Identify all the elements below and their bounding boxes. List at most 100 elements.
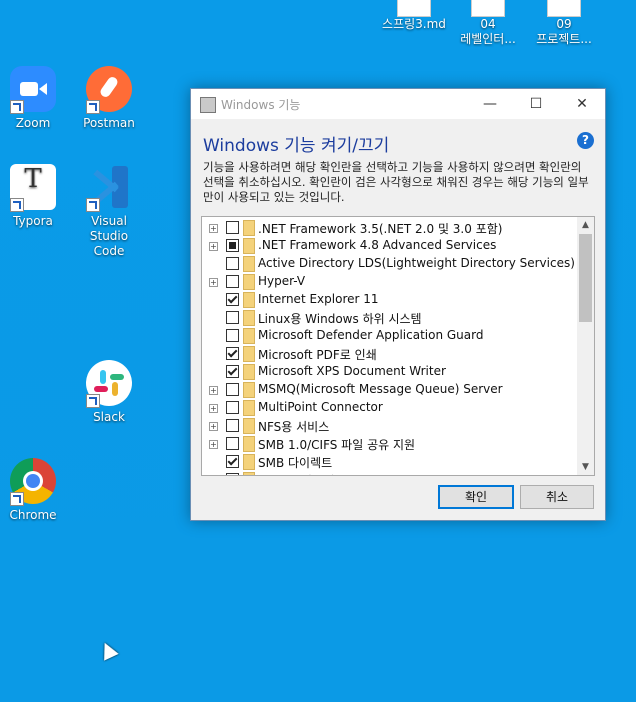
features-scrollbar[interactable]: ▲ ▼	[577, 217, 594, 475]
expand-plus-icon[interactable]: +	[209, 278, 218, 287]
folder-icon	[243, 400, 255, 416]
desktop-file-label: 스프링3.md	[382, 17, 446, 31]
feature-checkbox[interactable]	[226, 419, 239, 432]
feature-checkbox[interactable]	[226, 311, 239, 324]
scroll-down-icon[interactable]: ▼	[577, 459, 594, 475]
feature-label: Active Directory LDS(Lightweight Directo…	[258, 256, 575, 270]
feature-checkbox[interactable]	[226, 365, 239, 378]
feature-checkbox[interactable]	[226, 401, 239, 414]
desktop-folder-04[interactable]: 04 레벨인터...	[448, 0, 528, 47]
feature-checkbox[interactable]	[226, 347, 239, 360]
folder-icon	[243, 436, 255, 452]
close-button[interactable]: ✕	[559, 89, 605, 119]
feature-row[interactable]: TFTP 클라이언트	[202, 471, 576, 475]
cancel-button[interactable]: 취소	[520, 485, 594, 509]
scroll-up-icon[interactable]: ▲	[577, 217, 594, 233]
folder-icon	[243, 256, 255, 272]
folder-icon	[243, 310, 255, 326]
feature-checkbox[interactable]	[226, 293, 239, 306]
folder-icon	[243, 454, 255, 470]
desktop-icon-zoom[interactable]: Zoom	[0, 66, 71, 131]
mouse-cursor-icon	[97, 639, 119, 661]
folder-icon	[547, 0, 581, 17]
desktop-icon-label: Slack	[93, 410, 125, 424]
title-bar[interactable]: Windows 기능 — ☐ ✕	[191, 89, 605, 119]
feature-label: .NET Framework 3.5(.NET 2.0 및 3.0 포함)	[258, 222, 503, 236]
feature-checkbox[interactable]	[226, 437, 239, 450]
feature-label: Microsoft XPS Document Writer	[258, 364, 446, 378]
desktop-icon-label: Chrome	[9, 508, 57, 522]
feature-checkbox[interactable]	[226, 383, 239, 396]
feature-row[interactable]: Microsoft XPS Document Writer	[202, 363, 576, 381]
feature-label: NFS용 서비스	[258, 420, 330, 434]
expand-plus-icon[interactable]: +	[209, 386, 218, 395]
expand-plus-icon[interactable]: +	[209, 440, 218, 449]
feature-checkbox[interactable]	[226, 455, 239, 468]
slack-icon	[86, 360, 132, 408]
feature-label: SMB 1.0/CIFS 파일 공유 지원	[258, 438, 416, 452]
vscode-icon	[86, 164, 132, 212]
markdown-file-icon	[397, 0, 431, 17]
desktop-icon-label: Postman	[83, 116, 135, 130]
feature-row[interactable]: + MSMQ(Microsoft Message Queue) Server	[202, 381, 576, 399]
desktop-icon-slack[interactable]: Slack	[71, 360, 147, 425]
feature-checkbox[interactable]	[226, 329, 239, 342]
help-icon[interactable]: ?	[577, 132, 594, 149]
expand-plus-icon[interactable]: +	[209, 422, 218, 431]
feature-row[interactable]: + MultiPoint Connector	[202, 399, 576, 417]
feature-label: MultiPoint Connector	[258, 400, 383, 414]
desktop-icon-postman[interactable]: Postman	[71, 66, 147, 131]
feature-row[interactable]: Microsoft PDF로 인쇄	[202, 345, 576, 363]
desktop-folder-09[interactable]: 09 프로젝트...	[524, 0, 604, 47]
folder-icon	[243, 346, 255, 362]
feature-row[interactable]: Microsoft Defender Application Guard	[202, 327, 576, 345]
expand-plus-icon[interactable]: +	[209, 242, 218, 251]
windows-features-dialog: Windows 기능 — ☐ ✕ Windows 기능 켜기/끄기 ? 기능을 …	[190, 88, 606, 521]
feature-label: Microsoft Defender Application Guard	[258, 328, 484, 342]
dialog-description: 기능을 사용하려면 해당 확인란을 선택하고 기능을 사용하지 않으려면 확인란…	[203, 160, 589, 204]
feature-row[interactable]: Linux용 Windows 하위 시스템	[202, 309, 576, 327]
maximize-button[interactable]: ☐	[513, 89, 559, 119]
folder-icon	[471, 0, 505, 17]
desktop-icon-label: Visual Studio Code	[89, 214, 129, 258]
feature-row[interactable]: + Hyper-V	[202, 273, 576, 291]
desktop-file-spring3[interactable]: 스프링3.md	[374, 0, 454, 32]
feature-row[interactable]: + .NET Framework 4.8 Advanced Services	[202, 237, 576, 255]
desktop-icon-vscode[interactable]: Visual Studio Code	[71, 164, 147, 259]
folder-icon	[243, 472, 255, 475]
feature-row[interactable]: Internet Explorer 11	[202, 291, 576, 309]
feature-label: Linux용 Windows 하위 시스템	[258, 312, 422, 326]
folder-icon	[243, 328, 255, 344]
window-title: Windows 기능	[221, 98, 301, 112]
feature-label: MSMQ(Microsoft Message Queue) Server	[258, 382, 503, 396]
desktop-file-label: 09 프로젝트...	[536, 17, 592, 46]
feature-checkbox[interactable]	[226, 239, 239, 252]
desktop-icon-chrome[interactable]: Chrome	[0, 458, 71, 523]
feature-label: SMB 다이렉트	[258, 456, 333, 470]
feature-checkbox[interactable]	[226, 473, 239, 475]
features-list: + .NET Framework 3.5(.NET 2.0 및 3.0 포함) +.…	[201, 216, 595, 476]
desktop-icon-typora[interactable]: T Typora	[0, 164, 71, 229]
feature-row[interactable]: + SMB 1.0/CIFS 파일 공유 지원	[202, 435, 576, 453]
folder-icon	[243, 418, 255, 434]
desktop-file-label: 04 레벨인터...	[460, 17, 516, 46]
feature-row[interactable]: + NFS용 서비스	[202, 417, 576, 435]
folder-icon	[243, 274, 255, 290]
scroll-thumb[interactable]	[579, 234, 592, 322]
control-panel-icon	[200, 97, 216, 113]
feature-row[interactable]: Active Directory LDS(Lightweight Directo…	[202, 255, 576, 273]
feature-row[interactable]: SMB 다이렉트	[202, 453, 576, 471]
feature-checkbox[interactable]	[226, 275, 239, 288]
minimize-button[interactable]: —	[467, 89, 513, 119]
chrome-icon	[10, 458, 56, 506]
feature-row[interactable]: + .NET Framework 3.5(.NET 2.0 및 3.0 포함)	[202, 219, 576, 237]
desktop-icon-label: Zoom	[15, 116, 51, 130]
feature-checkbox[interactable]	[226, 221, 239, 234]
expand-plus-icon[interactable]: +	[209, 404, 218, 413]
expand-plus-icon[interactable]: +	[209, 224, 218, 233]
folder-icon	[243, 238, 255, 254]
feature-checkbox[interactable]	[226, 257, 239, 270]
ok-button[interactable]: 확인	[438, 485, 514, 509]
folder-icon	[243, 292, 255, 308]
zoom-icon	[10, 66, 56, 114]
